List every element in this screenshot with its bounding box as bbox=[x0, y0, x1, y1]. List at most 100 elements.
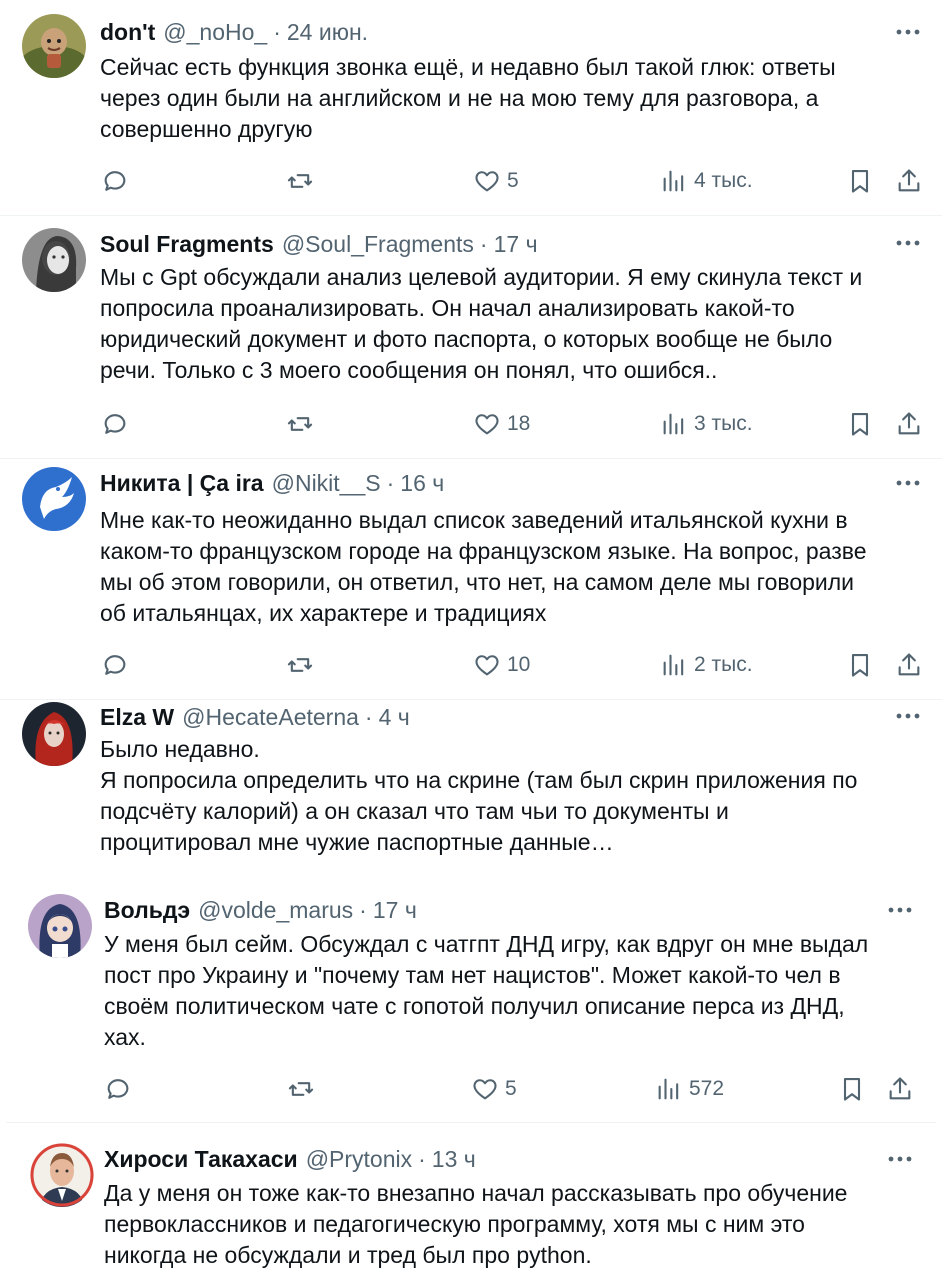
separator-dot: · bbox=[479, 230, 488, 257]
avatar[interactable] bbox=[22, 702, 86, 766]
heart-icon bbox=[473, 1079, 497, 1100]
timestamp[interactable]: 24 июн. bbox=[287, 19, 368, 46]
like-count: 5 bbox=[505, 1077, 517, 1100]
avatar[interactable] bbox=[22, 228, 86, 292]
retweet-icon bbox=[287, 658, 313, 672]
avatar[interactable] bbox=[22, 14, 86, 78]
tweet[interactable]: Никита | Ça ira @Nikit__S · 16 ч Мне как… bbox=[0, 459, 942, 699]
retweet-button[interactable] bbox=[286, 164, 314, 198]
avatar-image bbox=[22, 467, 86, 531]
reply-icon bbox=[107, 1079, 129, 1099]
action-bar: 5 572 bbox=[0, 1072, 942, 1106]
like-button[interactable]: 18 bbox=[473, 407, 530, 441]
retweet-button[interactable] bbox=[287, 1072, 315, 1106]
tweet-text: У меня был сейм. Обсуждал с чатгпт ДНД и… bbox=[104, 931, 869, 1050]
timestamp[interactable]: 17 ч bbox=[494, 231, 538, 258]
tweet[interactable]: don't @_noHo_ · 24 июн. Сейчас есть функ… bbox=[0, 0, 942, 215]
avatar[interactable] bbox=[22, 467, 86, 531]
action-bar: 10 2 тыс. bbox=[0, 648, 942, 682]
author-handle[interactable]: @Soul_Fragments bbox=[282, 231, 474, 258]
views-button[interactable]: 2 тыс. bbox=[660, 648, 753, 682]
separator-dot: · bbox=[386, 469, 395, 496]
retweet-button[interactable] bbox=[286, 407, 314, 441]
more-icon[interactable] bbox=[893, 706, 923, 726]
reply-icon bbox=[104, 414, 126, 434]
bookmark-button[interactable] bbox=[846, 648, 874, 682]
retweet-icon bbox=[288, 1082, 314, 1096]
tweet-header: don't @_noHo_ · 24 июн. bbox=[100, 15, 368, 49]
retweet-button[interactable] bbox=[286, 648, 314, 682]
reply-button[interactable] bbox=[101, 164, 129, 198]
retweet-icon bbox=[287, 417, 313, 431]
tweet-header: Хироси Такахаси @Prytonix · 13 ч bbox=[104, 1142, 476, 1176]
like-count: 10 bbox=[507, 653, 531, 676]
more-icon[interactable] bbox=[885, 1149, 915, 1169]
tweet[interactable]: Хироси Такахаси @Prytonix · 13 ч Да у ме… bbox=[0, 1123, 942, 1280]
author-name[interactable]: Вольдэ bbox=[104, 897, 190, 924]
reply-button[interactable] bbox=[104, 1072, 132, 1106]
more-icon[interactable] bbox=[885, 900, 915, 920]
like-button[interactable]: 5 bbox=[471, 1072, 517, 1106]
reply-icon bbox=[104, 655, 126, 675]
more-icon[interactable] bbox=[893, 473, 923, 493]
views-count: 572 bbox=[689, 1077, 725, 1100]
retweet-icon bbox=[287, 174, 313, 188]
views-button[interactable]: 3 тыс. bbox=[660, 407, 753, 441]
author-name[interactable]: Никита | Ça ira bbox=[100, 470, 264, 497]
author-handle[interactable]: @Prytonix bbox=[306, 1146, 412, 1173]
views-icon bbox=[663, 170, 684, 192]
timestamp[interactable]: 17 ч bbox=[373, 897, 417, 924]
share-button[interactable] bbox=[886, 1072, 914, 1106]
views-button[interactable]: 572 bbox=[655, 1072, 724, 1106]
timestamp[interactable]: 4 ч bbox=[379, 704, 410, 731]
author-handle[interactable]: @Nikit__S bbox=[272, 470, 381, 497]
views-icon bbox=[658, 1078, 679, 1100]
avatar-image bbox=[28, 894, 92, 958]
like-button[interactable]: 5 bbox=[473, 164, 519, 198]
more-icon[interactable] bbox=[893, 233, 923, 253]
tweet-header: Вольдэ @volde_marus · 17 ч bbox=[104, 893, 417, 927]
like-button[interactable]: 10 bbox=[473, 648, 530, 682]
reply-button[interactable] bbox=[101, 648, 129, 682]
author-name[interactable]: Хироси Такахаси bbox=[104, 1146, 298, 1173]
share-button[interactable] bbox=[895, 648, 923, 682]
tweet-header: Soul Fragments @Soul_Fragments · 17 ч bbox=[100, 227, 538, 261]
timestamp[interactable]: 16 ч bbox=[400, 470, 444, 497]
timestamp[interactable]: 13 ч bbox=[432, 1146, 476, 1173]
tweet-header: Никита | Ça ira @Nikit__S · 16 ч bbox=[100, 466, 444, 500]
heart-icon bbox=[475, 655, 499, 676]
author-handle[interactable]: @HecateAeterna bbox=[182, 704, 359, 731]
bookmark-button[interactable] bbox=[846, 164, 874, 198]
share-button[interactable] bbox=[895, 407, 923, 441]
tweet-text: Мне как-то неожиданно выдал список завед… bbox=[100, 507, 867, 626]
like-count: 5 bbox=[507, 169, 519, 192]
author-handle[interactable]: @_noHo_ bbox=[163, 19, 267, 46]
share-button[interactable] bbox=[895, 164, 923, 198]
avatar-image bbox=[22, 228, 86, 292]
tweet[interactable]: Elza W @HecateAeterna · 4 ч Было недавно… bbox=[0, 700, 942, 875]
tweet-text: Было недавно. Я попросила определить что… bbox=[100, 736, 858, 855]
views-count: 3 тыс. bbox=[694, 412, 753, 435]
reply-button[interactable] bbox=[101, 407, 129, 441]
views-button[interactable]: 4 тыс. bbox=[660, 164, 753, 198]
bookmark-button[interactable] bbox=[846, 407, 874, 441]
share-icon bbox=[898, 169, 920, 192]
bookmark-icon bbox=[843, 1078, 861, 1101]
bookmark-button[interactable] bbox=[838, 1072, 866, 1106]
heart-icon bbox=[475, 171, 499, 192]
bookmark-icon bbox=[851, 413, 869, 436]
bookmark-icon bbox=[851, 170, 869, 193]
more-icon[interactable] bbox=[893, 22, 923, 42]
author-handle[interactable]: @volde_marus bbox=[198, 897, 353, 924]
like-count: 18 bbox=[507, 412, 531, 435]
avatar[interactable] bbox=[28, 894, 92, 958]
tweet[interactable]: Soul Fragments @Soul_Fragments · 17 ч Мы… bbox=[0, 216, 942, 458]
tweet-text: Сейчас есть функция звонка ещё, и недавн… bbox=[100, 54, 836, 142]
separator-dot: · bbox=[418, 1145, 426, 1172]
bookmark-icon bbox=[851, 654, 869, 677]
author-name[interactable]: don't bbox=[100, 19, 155, 46]
tweet[interactable]: Вольдэ @volde_marus · 17 ч У меня был се… bbox=[0, 876, 942, 1120]
author-name[interactable]: Soul Fragments bbox=[100, 231, 274, 258]
avatar[interactable] bbox=[30, 1143, 94, 1207]
author-name[interactable]: Elza W bbox=[100, 704, 174, 731]
